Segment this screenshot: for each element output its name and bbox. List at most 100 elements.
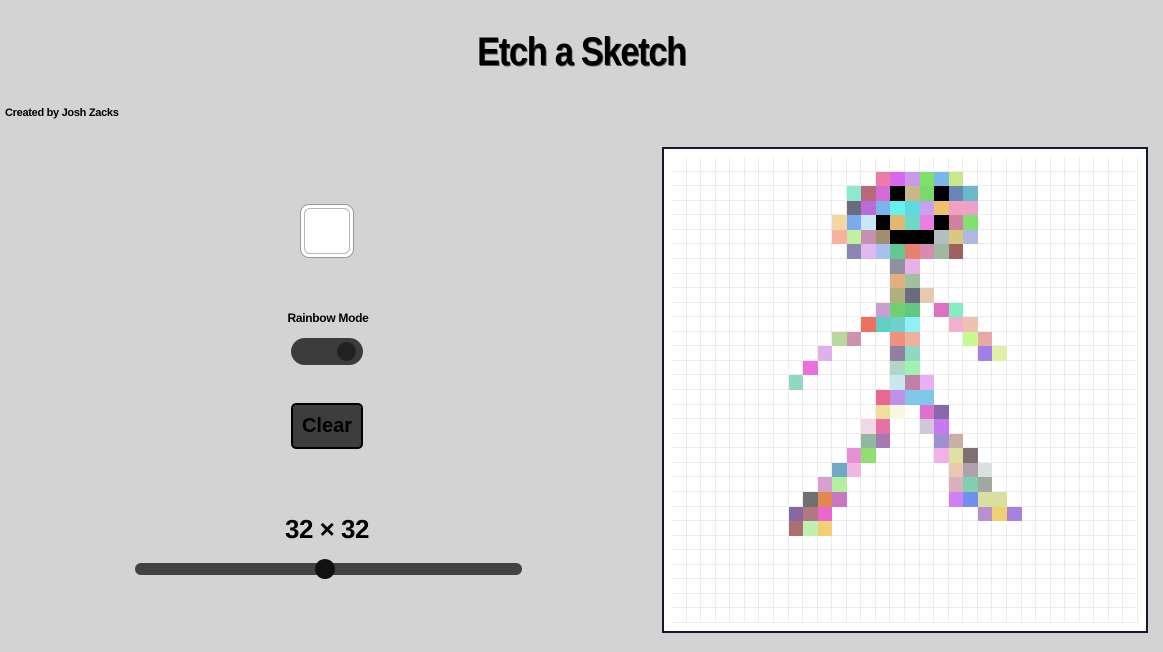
grid-cell[interactable] <box>744 433 760 449</box>
grid-cell[interactable] <box>861 200 876 216</box>
grid-cell[interactable] <box>934 244 949 259</box>
grid-cell[interactable] <box>1036 419 1051 434</box>
grid-cell[interactable] <box>948 360 964 376</box>
grid-cell[interactable] <box>977 390 993 405</box>
grid-cell[interactable] <box>1094 521 1109 536</box>
grid-cell[interactable] <box>832 186 847 201</box>
grid-cell[interactable] <box>861 491 876 507</box>
grid-cell[interactable] <box>875 346 891 361</box>
grid-cell[interactable] <box>730 360 745 376</box>
grid-cell[interactable] <box>1021 404 1037 420</box>
grid-cell[interactable] <box>715 244 731 259</box>
grid-cell[interactable] <box>963 157 978 172</box>
grid-cell[interactable] <box>788 157 804 172</box>
grid-cell[interactable] <box>1123 200 1138 216</box>
grid-cell[interactable] <box>890 579 905 594</box>
grid-cell[interactable] <box>875 506 891 522</box>
grid-cell[interactable] <box>846 244 862 259</box>
sketch-grid[interactable] <box>672 157 1138 623</box>
grid-cell[interactable] <box>832 593 847 609</box>
grid-cell[interactable] <box>1006 258 1022 274</box>
grid-cell[interactable] <box>875 477 891 492</box>
grid-cell[interactable] <box>672 506 687 522</box>
grid-cell[interactable] <box>846 448 862 463</box>
grid-cell[interactable] <box>701 564 716 580</box>
grid-cell[interactable] <box>1036 477 1051 492</box>
grid-cell[interactable] <box>773 462 789 478</box>
grid-cell[interactable] <box>1108 419 1124 434</box>
grid-cell[interactable] <box>1006 375 1022 390</box>
grid-cell[interactable] <box>905 171 920 187</box>
grid-cell[interactable] <box>701 448 716 463</box>
grid-cell[interactable] <box>948 564 964 580</box>
grid-cell[interactable] <box>1021 360 1037 376</box>
grid-cell[interactable] <box>803 186 818 201</box>
grid-cell[interactable] <box>890 608 905 623</box>
grid-cell[interactable] <box>730 229 745 245</box>
grid-cell[interactable] <box>1094 564 1109 580</box>
grid-cell[interactable] <box>1021 419 1037 434</box>
grid-cell[interactable] <box>1050 491 1066 507</box>
grid-cell[interactable] <box>919 244 935 259</box>
grid-cell[interactable] <box>759 419 774 434</box>
grid-cell[interactable] <box>992 244 1007 259</box>
grid-cell[interactable] <box>1036 244 1051 259</box>
grid-cell[interactable] <box>948 171 964 187</box>
grid-cell[interactable] <box>832 491 847 507</box>
grid-cell[interactable] <box>1006 346 1022 361</box>
grid-cell[interactable] <box>1021 550 1037 565</box>
grid-cell[interactable] <box>730 521 745 536</box>
grid-cell[interactable] <box>1036 433 1051 449</box>
grid-cell[interactable] <box>948 491 964 507</box>
grid-cell[interactable] <box>1006 404 1022 420</box>
grid-cell[interactable] <box>1065 506 1080 522</box>
grid-cell[interactable] <box>905 331 920 347</box>
grid-cell[interactable] <box>963 506 978 522</box>
grid-cell[interactable] <box>1065 550 1080 565</box>
grid-cell[interactable] <box>875 550 891 565</box>
grid-cell[interactable] <box>1123 390 1138 405</box>
grid-cell[interactable] <box>730 608 745 623</box>
grid-cell[interactable] <box>861 288 876 303</box>
grid-cell[interactable] <box>759 521 774 536</box>
grid-cell[interactable] <box>948 200 964 216</box>
grid-cell[interactable] <box>803 550 818 565</box>
grid-cell[interactable] <box>934 608 949 623</box>
grid-cell[interactable] <box>1050 215 1066 230</box>
grid-cell[interactable] <box>715 302 731 318</box>
grid-cell[interactable] <box>1094 579 1109 594</box>
grid-cell[interactable] <box>686 375 702 390</box>
grid-cell[interactable] <box>672 302 687 318</box>
grid-cell[interactable] <box>773 564 789 580</box>
grid-cell[interactable] <box>730 390 745 405</box>
grid-cell[interactable] <box>672 258 687 274</box>
grid-cell[interactable] <box>1108 491 1124 507</box>
grid-cell[interactable] <box>948 521 964 536</box>
grid-cell[interactable] <box>1036 317 1051 332</box>
grid-cell[interactable] <box>715 215 731 230</box>
grid-cell[interactable] <box>817 419 833 434</box>
grid-cell[interactable] <box>1006 171 1022 187</box>
grid-cell[interactable] <box>977 462 993 478</box>
grid-cell[interactable] <box>744 477 760 492</box>
grid-cell[interactable] <box>1123 608 1138 623</box>
grid-cell[interactable] <box>875 317 891 332</box>
grid-cell[interactable] <box>919 317 935 332</box>
grid-cell[interactable] <box>832 390 847 405</box>
grid-cell[interactable] <box>788 608 804 623</box>
grid-cell[interactable] <box>1036 229 1051 245</box>
grid-cell[interactable] <box>1123 521 1138 536</box>
grid-cell[interactable] <box>992 608 1007 623</box>
grid-cell[interactable] <box>934 550 949 565</box>
grid-cell[interactable] <box>861 186 876 201</box>
grid-cell[interactable] <box>1065 419 1080 434</box>
grid-cell[interactable] <box>1065 448 1080 463</box>
grid-cell[interactable] <box>1108 360 1124 376</box>
grid-cell[interactable] <box>905 244 920 259</box>
grid-cell[interactable] <box>1050 593 1066 609</box>
grid-cell[interactable] <box>686 477 702 492</box>
grid-cell[interactable] <box>846 273 862 289</box>
grid-cell[interactable] <box>730 491 745 507</box>
grid-cell[interactable] <box>672 521 687 536</box>
grid-cell[interactable] <box>948 608 964 623</box>
